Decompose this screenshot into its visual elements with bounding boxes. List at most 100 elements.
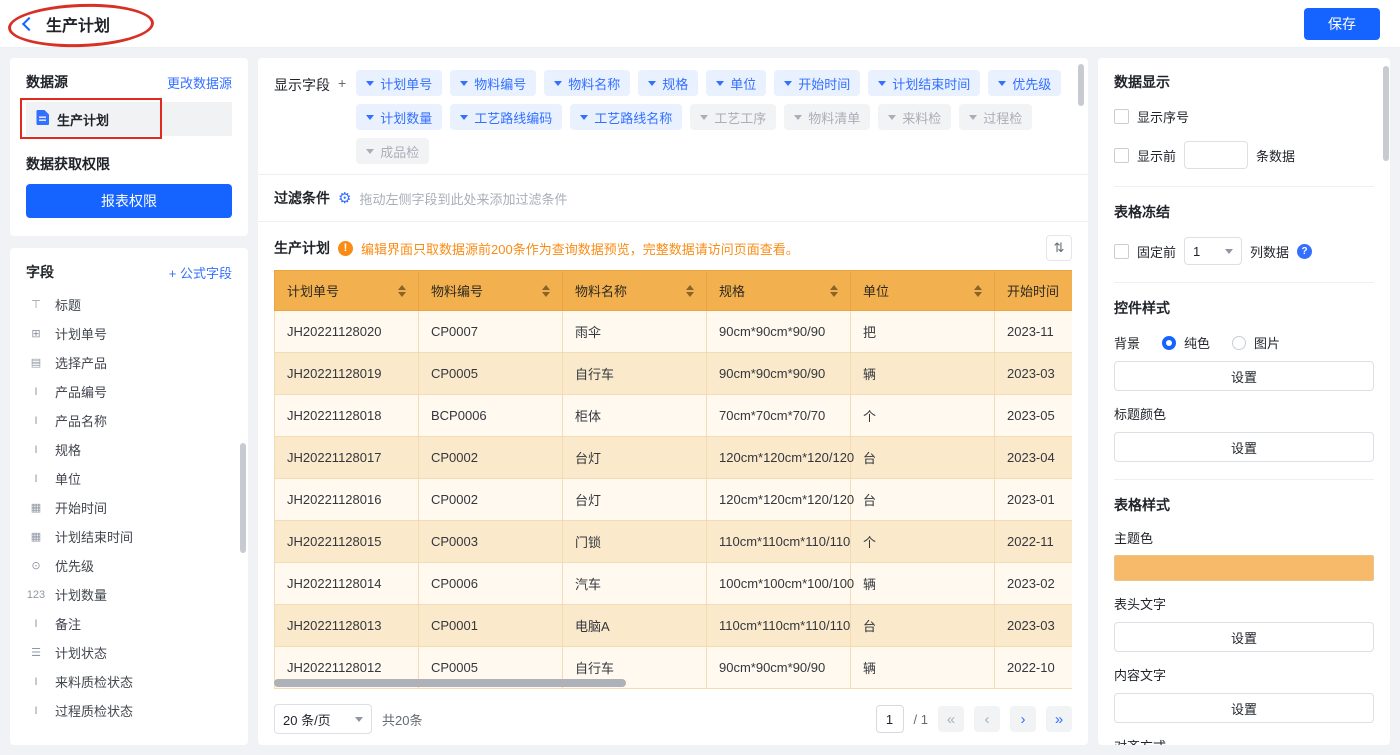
filter-hint: 拖动左侧字段到此处来添加过滤条件 <box>359 189 567 208</box>
chip-material-no[interactable]: 物料编号 <box>450 70 536 96</box>
show-index-checkbox[interactable] <box>1114 109 1129 124</box>
show-first-checkbox[interactable] <box>1114 148 1129 163</box>
chevron-down-icon <box>794 115 802 120</box>
change-datasource-link[interactable]: 更改数据源 <box>167 73 232 92</box>
display-fields-label: 显示字段 <box>274 75 330 164</box>
chip-material-name[interactable]: 物料名称 <box>544 70 630 96</box>
chip-label: 物料清单 <box>808 108 860 127</box>
chip-start-time[interactable]: 开始时间 <box>774 70 860 96</box>
field-label: 产品名称 <box>55 411 107 430</box>
field-item-process-qc[interactable]: I过程质检状态 <box>26 696 232 725</box>
add-formula-field-link[interactable]: + 公式字段 <box>169 263 232 282</box>
table-style-title: 表格样式 <box>1114 495 1374 515</box>
column-header-plan-no[interactable]: 计划单号 <box>275 271 419 311</box>
field-item-incoming-qc[interactable]: I来料质检状态 <box>26 667 232 696</box>
cell: 2023-05 <box>995 395 1073 437</box>
pagination: 20 条/页 共20条 1 / 1 « ‹ › » <box>274 693 1072 745</box>
chip-process-step[interactable]: 工艺工序 <box>690 104 776 130</box>
field-item-plan-status[interactable]: ☰计划状态 <box>26 638 232 667</box>
field-item-title[interactable]: ⊤标题 <box>26 290 232 319</box>
background-set-button[interactable]: 设置 <box>1114 361 1374 391</box>
circle-select-icon: ⊙ <box>26 559 46 572</box>
gear-icon[interactable]: ⚙ <box>338 189 351 207</box>
report-permission-button[interactable]: 报表权限 <box>26 184 232 218</box>
last-page-button[interactable]: » <box>1046 706 1072 732</box>
chip-label: 物料名称 <box>568 74 620 93</box>
freeze-suffix: 列数据 <box>1250 242 1289 261</box>
chip-bom[interactable]: 物料清单 <box>784 104 870 130</box>
field-item-plan-qty[interactable]: 123计划数量 <box>26 580 232 609</box>
horizontal-scrollbar-thumb[interactable] <box>274 679 626 687</box>
data-table: 计划单号 物料编号 物料名称 规格 单位 开始时间 JH20221128020C… <box>274 270 1072 689</box>
title-color-label: 标题颜色 <box>1114 404 1374 423</box>
cell: 把 <box>851 311 995 353</box>
help-icon[interactable]: ? <box>1297 244 1312 259</box>
back-icon[interactable] <box>22 16 36 30</box>
show-first-count-input[interactable] <box>1184 141 1248 169</box>
field-item-priority[interactable]: ⊙优先级 <box>26 551 232 580</box>
sort-carets-icon[interactable] <box>542 285 550 297</box>
current-page[interactable]: 1 <box>876 705 904 733</box>
chip-route-code[interactable]: 工艺路线编码 <box>450 104 562 130</box>
sort-carets-icon[interactable] <box>974 285 982 297</box>
column-header-unit[interactable]: 单位 <box>851 271 995 311</box>
chip-spec[interactable]: 规格 <box>638 70 698 96</box>
datasource-item[interactable]: 生产计划 <box>26 102 232 136</box>
chip-incoming-check[interactable]: 来料检 <box>878 104 951 130</box>
text-icon: I <box>26 705 46 717</box>
column-header-material-name[interactable]: 物料名称 <box>563 271 707 311</box>
chips-scrollbar-thumb[interactable] <box>1078 64 1084 106</box>
column-header-spec[interactable]: 规格 <box>707 271 851 311</box>
field-item-end-time[interactable]: ▦计划结束时间 <box>26 522 232 551</box>
header-text-set-button[interactable]: 设置 <box>1114 622 1374 652</box>
add-display-field-button[interactable]: + <box>338 75 346 164</box>
cell: JH20221128016 <box>275 479 419 521</box>
column-header-start-time[interactable]: 开始时间 <box>995 271 1073 311</box>
right-scrollbar-thumb[interactable] <box>1383 66 1389 161</box>
field-item-plan-no[interactable]: ⊞计划单号 <box>26 319 232 348</box>
title-color-set-button[interactable]: 设置 <box>1114 432 1374 462</box>
next-page-button[interactable]: › <box>1010 706 1036 732</box>
sort-order-button[interactable]: ⇅ <box>1046 235 1072 261</box>
solid-color-radio[interactable] <box>1162 336 1176 350</box>
field-item-product-no[interactable]: I产品编号 <box>26 377 232 406</box>
image-radio[interactable] <box>1232 336 1246 350</box>
field-item-select-product[interactable]: ▤选择产品 <box>26 348 232 377</box>
sort-carets-icon[interactable] <box>686 285 694 297</box>
chip-final-check[interactable]: 成品检 <box>356 138 429 164</box>
sort-carets-icon[interactable] <box>398 285 406 297</box>
table-header-row: 计划单号 物料编号 物料名称 规格 单位 开始时间 <box>275 271 1073 311</box>
chip-process-check[interactable]: 过程检 <box>959 104 1032 130</box>
save-button[interactable]: 保存 <box>1304 8 1380 40</box>
chip-plan-no[interactable]: 计划单号 <box>356 70 442 96</box>
cell: CP0003 <box>419 521 563 563</box>
chip-end-time[interactable]: 计划结束时间 <box>868 70 980 96</box>
field-item-unit[interactable]: I单位 <box>26 464 232 493</box>
field-item-spec[interactable]: I规格 <box>26 435 232 464</box>
freeze-count-select[interactable]: 1 <box>1184 237 1242 265</box>
freeze-columns-checkbox[interactable] <box>1114 244 1129 259</box>
page-size-select[interactable]: 20 条/页 <box>274 704 372 734</box>
field-item-start-time[interactable]: ▦开始时间 <box>26 493 232 522</box>
field-label: 计划单号 <box>55 324 107 343</box>
chip-priority[interactable]: 优先级 <box>988 70 1061 96</box>
first-page-button[interactable]: « <box>938 706 964 732</box>
left-scrollbar-thumb[interactable] <box>240 443 246 553</box>
chip-label: 成品检 <box>380 142 419 161</box>
chevron-down-icon <box>784 81 792 86</box>
sort-carets-icon[interactable] <box>830 285 838 297</box>
column-header-material-no[interactable]: 物料编号 <box>419 271 563 311</box>
chip-unit[interactable]: 单位 <box>706 70 766 96</box>
content-text-set-button[interactable]: 设置 <box>1114 693 1374 723</box>
prev-page-button[interactable]: ‹ <box>974 706 1000 732</box>
chip-route-name[interactable]: 工艺路线名称 <box>570 104 682 130</box>
chevron-down-icon <box>366 81 374 86</box>
cell: CP0005 <box>419 353 563 395</box>
chip-plan-qty[interactable]: 计划数量 <box>356 104 442 130</box>
cell: 自行车 <box>563 353 707 395</box>
field-item-remark[interactable]: I备注 <box>26 609 232 638</box>
field-item-product-name[interactable]: I产品名称 <box>26 406 232 435</box>
chip-label: 单位 <box>730 74 756 93</box>
theme-color-swatch[interactable] <box>1114 555 1374 581</box>
column-label: 规格 <box>719 281 745 300</box>
